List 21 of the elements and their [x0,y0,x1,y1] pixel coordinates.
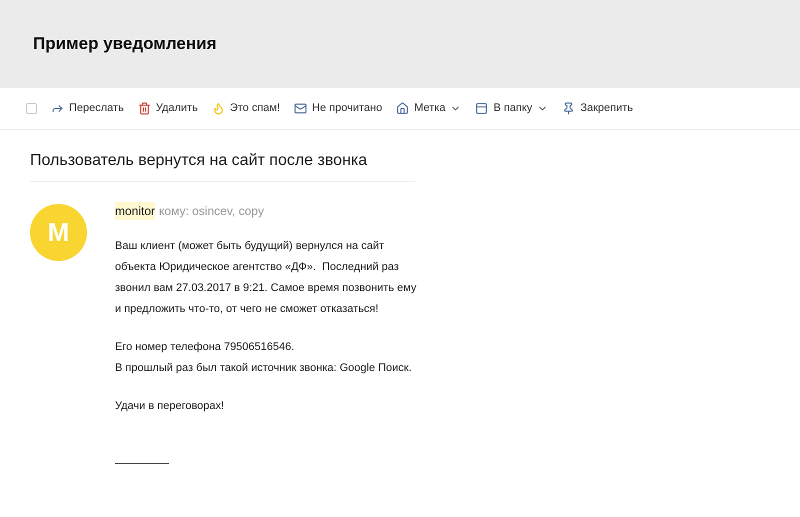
sender-avatar: M [30,204,87,261]
trash-icon [138,102,151,115]
page-title: Пример уведомления [33,33,217,56]
body-paragraph: Ваш клиент (может быть будущий) вернулся на сайт объекта Юридическое агентство «ДФ». Последний раз звонил вам 27.03.2017 в 9:21. Самое время позвонить ему и предложить что-то, от чего не сможет отказаться! [115,239,416,317]
toolbar-button[interactable]: Не прочитано [294,100,382,117]
body-paragraph: Его номер телефона 79506516546. В прошлый раз был такой источник звонка: Google Поиск. [115,340,413,376]
toolbar-button[interactable]: Это спам! [212,100,280,117]
forward-icon [51,102,64,115]
message-subject: Пользователь вернутся на сайт после звонка [30,151,368,171]
toolbar-button[interactable]: В папку [475,100,548,117]
recipients: кому: osincev, copy [159,203,264,220]
sender-name[interactable]: monitor [115,202,156,220]
envelope-icon [294,102,308,115]
toolbar-button[interactable]: Метка [396,100,462,117]
toolbar-button[interactable]: Удалить [138,100,198,117]
flame-icon [212,102,225,115]
select-all-checkbox[interactable] [26,103,37,114]
toolbar-button[interactable]: Закрепить [562,100,633,117]
toolbar-button[interactable]: Переслать [51,100,124,117]
body-paragraph: Удачи в переговорах! [115,399,226,414]
pin-icon [562,102,576,115]
